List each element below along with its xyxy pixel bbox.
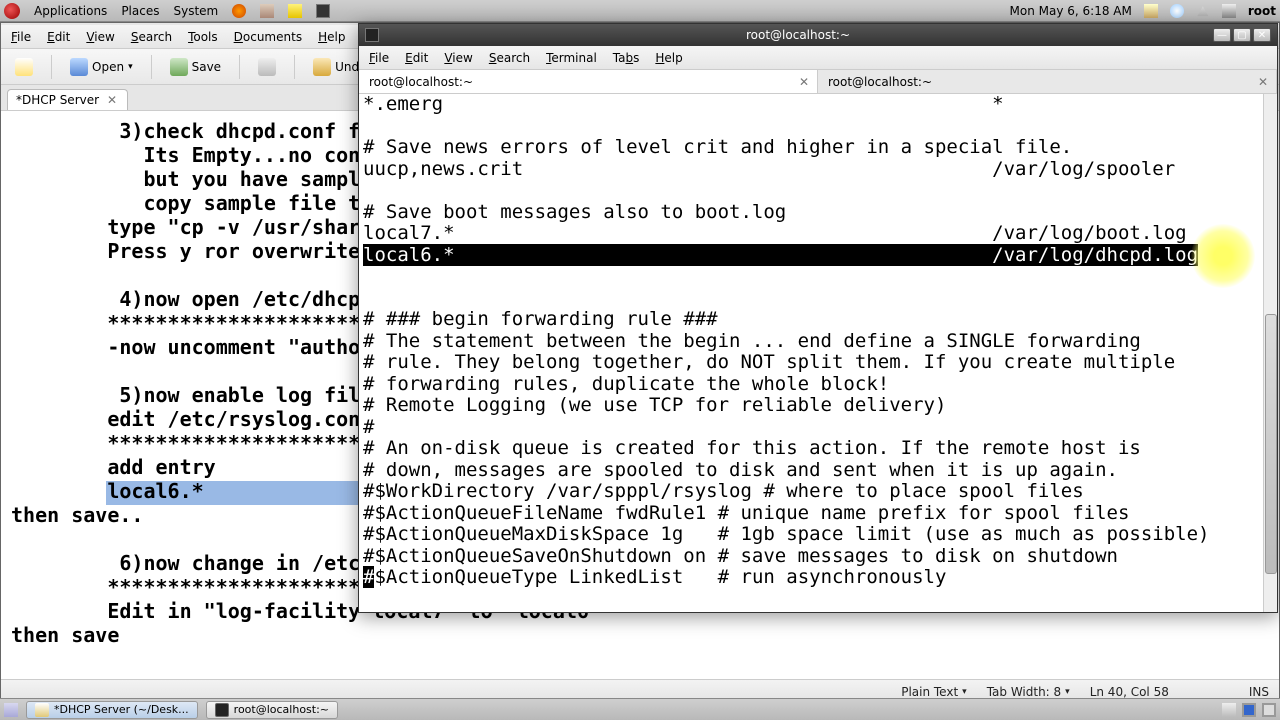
system-menu[interactable]: System <box>173 4 218 18</box>
user-menu[interactable]: root <box>1248 4 1276 18</box>
clock[interactable]: Mon May 6, 6:18 AM <box>1010 4 1132 18</box>
terminal-icon <box>215 703 229 717</box>
term-menu-edit[interactable]: Edit <box>405 51 428 65</box>
minimize-button[interactable]: — <box>1213 28 1231 42</box>
save-button[interactable]: Save <box>164 54 227 80</box>
gedit-menu-view[interactable]: View <box>86 30 114 44</box>
open-button[interactable]: Open▾ <box>64 54 139 80</box>
status-tabwidth[interactable]: Tab Width: 8▾ <box>977 685 1080 699</box>
terminal-tab-1[interactable]: root@localhost:~ ✕ <box>359 70 818 93</box>
close-button[interactable]: ✕ <box>1253 28 1271 42</box>
new-button[interactable] <box>9 54 39 80</box>
taskbar-item-gedit[interactable]: *DHCP Server (~/Desk... <box>26 701 198 719</box>
terminal-text: *.emerg * # Save news errors of level cr… <box>363 94 1209 589</box>
terminal-window: root@localhost:~ — ▢ ✕ File Edit View Se… <box>358 23 1278 613</box>
tab-title: *DHCP Server <box>16 93 99 107</box>
status-ins[interactable]: INS <box>1239 685 1279 699</box>
notes-icon[interactable] <box>288 4 302 18</box>
tab-label: root@localhost:~ <box>828 75 932 89</box>
undo-icon <box>313 58 331 76</box>
show-desktop-icon[interactable] <box>4 703 18 717</box>
gedit-menu-help[interactable]: Help <box>318 30 345 44</box>
maximize-button[interactable]: ▢ <box>1233 28 1251 42</box>
terminal-tab-2[interactable]: root@localhost:~ ✕ <box>818 70 1277 93</box>
tab-label: root@localhost:~ <box>369 75 473 89</box>
workspace-switcher-icon[interactable] <box>1262 703 1276 717</box>
gedit-menu-documents[interactable]: Documents <box>234 30 302 44</box>
gedit-menu-file[interactable]: File <box>11 30 31 44</box>
trash-icon[interactable] <box>1222 703 1236 717</box>
workspace-switcher-icon[interactable] <box>1242 703 1256 717</box>
window-title: root@localhost:~ <box>385 28 1211 42</box>
term-menu-help[interactable]: Help <box>655 51 682 65</box>
status-cursor-pos: Ln 40, Col 58 <box>1080 685 1179 699</box>
places-menu[interactable]: Places <box>121 4 159 18</box>
status-language[interactable]: Plain Text▾ <box>891 685 976 699</box>
terminal-body[interactable]: *.emerg * # Save news errors of level cr… <box>359 94 1277 612</box>
term-menu-search[interactable]: Search <box>489 51 530 65</box>
gedit-menu-search[interactable]: Search <box>131 30 172 44</box>
file-manager-icon[interactable] <box>260 4 274 18</box>
print-icon <box>258 58 276 76</box>
terminal-icon <box>365 28 379 42</box>
print-button[interactable] <box>252 54 282 80</box>
close-icon[interactable]: ✕ <box>1256 75 1270 89</box>
firefox-icon[interactable] <box>232 4 246 18</box>
applications-menu[interactable]: Applications <box>34 4 107 18</box>
gedit-tab[interactable]: *DHCP Server ✕ <box>7 89 128 110</box>
close-icon[interactable]: ✕ <box>105 93 119 107</box>
scrollbar[interactable] <box>1263 94 1277 612</box>
save-icon <box>170 58 188 76</box>
open-icon <box>70 58 88 76</box>
term-menu-file[interactable]: File <box>369 51 389 65</box>
gedit-icon <box>35 703 49 717</box>
term-menu-terminal[interactable]: Terminal <box>546 51 597 65</box>
gedit-menu-tools[interactable]: Tools <box>188 30 218 44</box>
close-icon[interactable]: ✕ <box>797 75 811 89</box>
terminal-launcher-icon[interactable] <box>316 4 330 18</box>
task-label: *DHCP Server (~/Desk... <box>54 703 189 716</box>
update-icon[interactable] <box>1144 4 1158 18</box>
volume-icon[interactable] <box>1196 4 1210 18</box>
network-icon[interactable] <box>1222 4 1236 18</box>
gnome-top-panel: Applications Places System Mon May 6, 6:… <box>0 0 1280 22</box>
tray-icon[interactable] <box>1170 4 1184 18</box>
new-file-icon <box>15 58 33 76</box>
terminal-titlebar[interactable]: root@localhost:~ — ▢ ✕ <box>359 24 1277 46</box>
taskbar-item-terminal[interactable]: root@localhost:~ <box>206 701 338 719</box>
term-menu-view[interactable]: View <box>444 51 472 65</box>
gnome-bottom-panel: *DHCP Server (~/Desk... root@localhost:~ <box>0 698 1280 720</box>
term-menu-tabs[interactable]: Tabs <box>613 51 640 65</box>
task-label: root@localhost:~ <box>234 703 329 716</box>
distro-icon[interactable] <box>4 3 20 19</box>
terminal-menubar: File Edit View Search Terminal Tabs Help <box>359 46 1277 70</box>
scrollbar-thumb[interactable] <box>1265 314 1277 574</box>
gedit-menu-edit[interactable]: Edit <box>47 30 70 44</box>
terminal-tabbar: root@localhost:~ ✕ root@localhost:~ ✕ <box>359 70 1277 94</box>
